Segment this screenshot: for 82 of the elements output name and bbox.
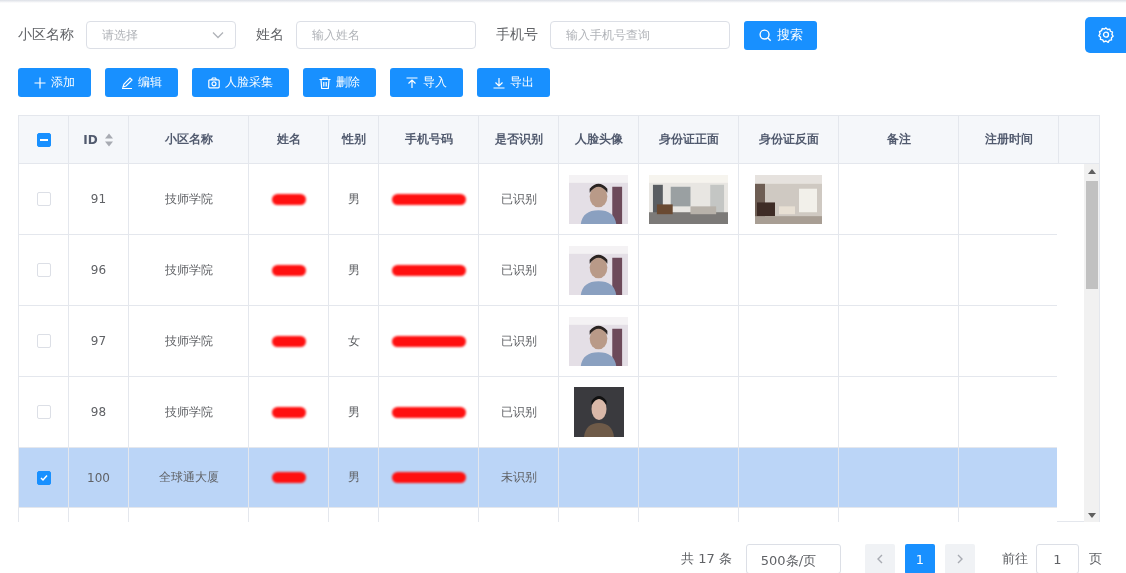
camera-icon	[208, 76, 220, 89]
table-cell: 未识别	[500, 469, 537, 486]
page-suffix: 页	[1088, 550, 1102, 568]
table-cell: 96	[90, 263, 107, 277]
pencil-icon	[121, 76, 133, 89]
redaction-mark	[271, 406, 306, 418]
table-cell: 已识别	[500, 190, 537, 208]
toolbar-button[interactable]: 导入	[390, 68, 463, 97]
scrollbar-thumb[interactable]	[1085, 181, 1098, 289]
table-row[interactable]: 97 技师学院 女 已识别	[19, 306, 1058, 377]
trash-icon	[319, 76, 331, 89]
next-page-button[interactable]	[944, 544, 975, 573]
table-cell: 97	[90, 334, 107, 348]
search-button[interactable]: 搜索	[744, 20, 817, 50]
total-count: 共 17 条	[681, 550, 732, 568]
plus-icon	[34, 76, 46, 89]
check-icon	[38, 472, 49, 483]
table-row[interactable]: 91 技师学院 男 已识别	[19, 164, 1058, 235]
table-cell: 男	[347, 403, 360, 421]
chevron-left-icon	[875, 554, 884, 564]
redaction-mark	[271, 472, 306, 483]
search-icon	[758, 28, 772, 42]
filter-label: 小区名称	[18, 26, 74, 44]
scrollbar[interactable]	[1084, 164, 1099, 522]
select-field[interactable]: 请选择	[86, 21, 236, 49]
goto-label: 前往	[1001, 550, 1028, 568]
page-button[interactable]: 1	[904, 544, 935, 573]
redaction-mark	[271, 193, 306, 205]
table-cell: 91	[90, 192, 107, 206]
table-cell: 男	[347, 469, 360, 486]
table-cell: 技师学院	[164, 261, 213, 279]
settings-icon	[1096, 26, 1115, 44]
sort-icon[interactable]	[103, 131, 114, 148]
column-header[interactable]: 人脸头像	[559, 116, 639, 163]
redaction-mark	[271, 335, 306, 347]
row-checkbox[interactable]	[36, 470, 51, 485]
table-row[interactable]: 98 技师学院 男 已识别	[19, 377, 1058, 448]
column-header[interactable]: 注册时间	[959, 116, 1059, 163]
scroll-down-icon[interactable]	[1087, 513, 1096, 518]
table-row[interactable]: 96 技师学院 男 已识别	[19, 235, 1058, 306]
table-cell: 女	[347, 332, 360, 350]
toolbar-button[interactable]: 人脸采集	[192, 68, 289, 97]
page-input[interactable]: 1	[1035, 544, 1079, 573]
input-field[interactable]: 输入手机号查询	[550, 21, 730, 49]
column-header[interactable]: ID	[69, 116, 129, 163]
table-cell: 98	[90, 405, 107, 419]
table-row[interactable]: 100 全球通大厦 男 未识别	[19, 448, 1058, 508]
table-cell: 全球通大厦	[158, 469, 219, 486]
table-cell: 技师学院	[164, 190, 213, 208]
table-cell: 技师学院	[164, 403, 213, 421]
chevron-down-icon	[212, 31, 224, 39]
settings-button[interactable]	[1085, 17, 1126, 53]
download-icon	[493, 76, 505, 89]
filter-label: 手机号	[496, 26, 538, 44]
column-header[interactable]: 备注	[839, 116, 959, 163]
select-all-checkbox[interactable]	[36, 132, 51, 147]
table-cell: 100	[87, 470, 110, 485]
toolbar-button[interactable]: 删除	[303, 68, 376, 97]
table-cell: 技师学院	[164, 332, 213, 350]
scroll-up-icon[interactable]	[1087, 169, 1096, 174]
redaction-mark	[271, 264, 306, 276]
column-header[interactable]: 小区名称	[129, 116, 249, 163]
column-header[interactable]: 姓名	[249, 116, 329, 163]
page-size-select[interactable]: 500条/页	[745, 544, 841, 573]
column-header[interactable]: 是否识别	[479, 116, 559, 163]
table-cell: 已识别	[500, 261, 537, 279]
chevron-right-icon	[955, 554, 964, 564]
toolbar-button[interactable]: 导出	[477, 68, 550, 97]
column-header[interactable]: 身份证反面	[739, 116, 839, 163]
column-header[interactable]: 性别	[329, 116, 379, 163]
column-header[interactable]: 身份证正面	[639, 116, 739, 163]
upload-icon	[406, 76, 418, 89]
table-cell: 男	[347, 190, 360, 208]
toolbar-button[interactable]: 编辑	[105, 68, 178, 97]
filter-label: 姓名	[256, 26, 284, 44]
table-cell: 男	[347, 261, 360, 279]
toolbar-button[interactable]: 添加	[18, 68, 91, 97]
input-field[interactable]: 输入姓名	[296, 21, 476, 49]
prev-page-button[interactable]	[864, 544, 895, 573]
column-header[interactable]: 手机号码	[379, 116, 479, 163]
table-cell: 已识别	[500, 332, 537, 350]
table-cell: 已识别	[500, 403, 537, 421]
